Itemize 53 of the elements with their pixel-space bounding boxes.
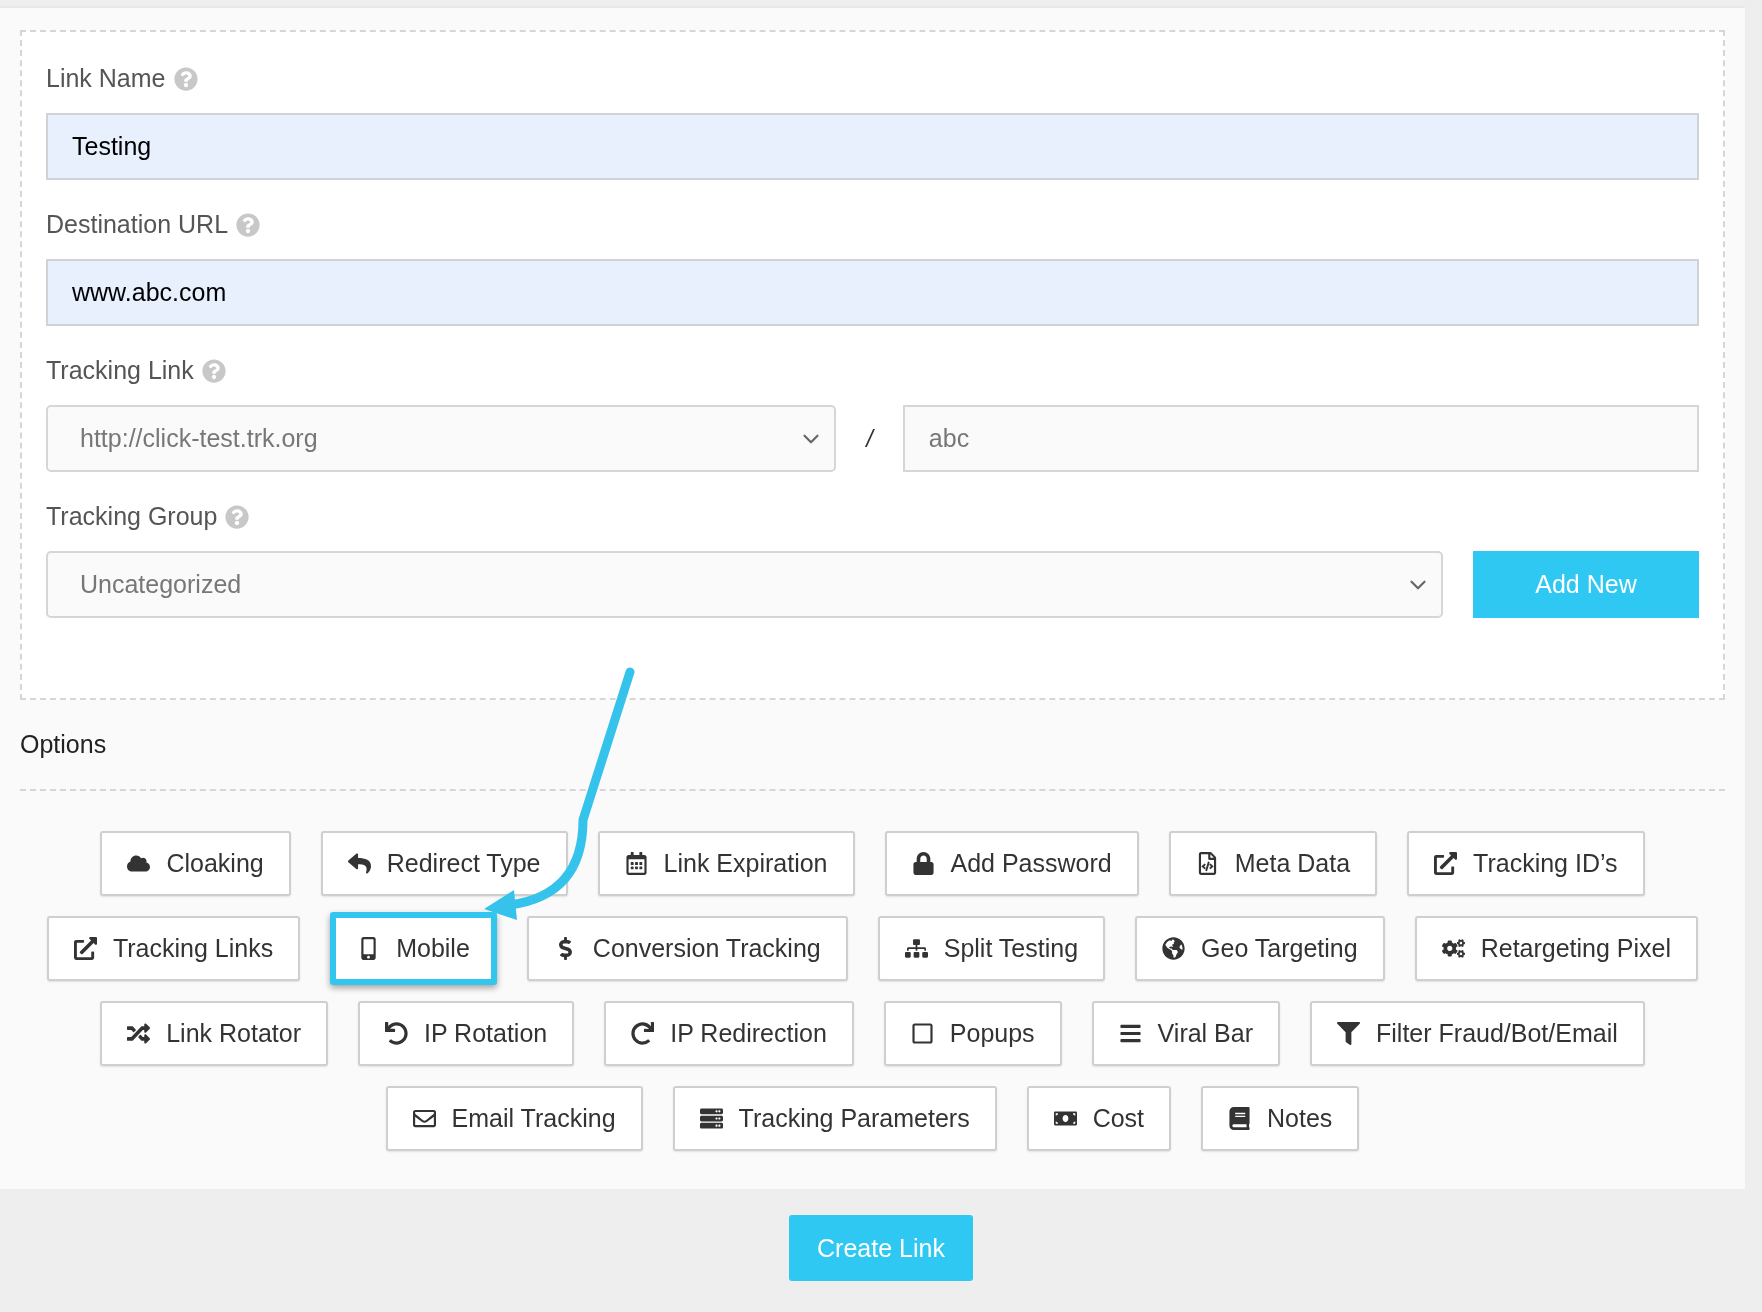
option-button[interactable]: Add Password — [884, 831, 1139, 896]
text-field[interactable]: Testing — [46, 113, 1699, 180]
sitemap-icon — [904, 937, 928, 960]
domain-select[interactable]: http://click-test.trk.org — [46, 405, 837, 472]
lock-icon — [911, 852, 935, 875]
option-button[interactable]: Split Testing — [877, 916, 1106, 981]
field-label: Tracking Link — [46, 356, 194, 385]
option-button[interactable]: Meta Data — [1168, 831, 1378, 896]
option-button[interactable]: Link Expiration — [597, 831, 855, 896]
option-button[interactable]: Geo Targeting — [1135, 916, 1385, 981]
help-icon[interactable] — [225, 504, 250, 529]
shuffle-icon — [127, 1022, 151, 1045]
option-button[interactable]: Tracking Links — [46, 916, 301, 981]
option-button[interactable]: Notes — [1201, 1086, 1360, 1151]
option-button[interactable]: Email Tracking — [385, 1086, 643, 1151]
calendar-icon — [624, 852, 648, 875]
option-button[interactable]: Conversion Tracking — [526, 916, 848, 981]
option-button[interactable]: Tracking Parameters — [672, 1086, 997, 1151]
globe-icon — [1162, 937, 1186, 960]
menu-icon — [1118, 1022, 1142, 1045]
reply-arrow-icon — [347, 852, 371, 875]
option-button[interactable]: Redirect Type — [320, 831, 568, 896]
option-button[interactable]: IP Redirection — [604, 1001, 854, 1066]
filter-icon — [1337, 1022, 1361, 1045]
text-field[interactable]: www.abc.com — [46, 259, 1699, 326]
list-icon — [699, 1107, 723, 1130]
book-icon — [1228, 1107, 1252, 1130]
option-button[interactable]: Mobile — [330, 912, 497, 985]
field-label: Destination URL — [46, 210, 229, 239]
field-label: Tracking Group — [46, 502, 218, 531]
options-heading: Options — [20, 730, 108, 759]
option-button[interactable]: Cloaking — [100, 831, 291, 896]
external-link-icon — [1434, 852, 1458, 875]
option-button[interactable]: Link Rotator — [100, 1001, 328, 1066]
separator-text: / — [866, 424, 873, 453]
external-link-icon — [73, 937, 97, 960]
help-icon[interactable] — [236, 212, 261, 237]
option-button[interactable]: IP Rotation — [358, 1001, 575, 1066]
envelope-icon — [412, 1107, 436, 1130]
redo-icon — [631, 1022, 655, 1045]
option-button[interactable]: Tracking ID’s — [1407, 831, 1645, 896]
option-button[interactable]: Filter Fraud/Bot/Email — [1310, 1001, 1645, 1066]
option-button[interactable]: Cost — [1026, 1086, 1172, 1151]
slug-field[interactable]: abc — [902, 405, 1699, 472]
option-button[interactable]: Retargeting Pixel — [1414, 916, 1699, 981]
option-button[interactable]: Viral Bar — [1091, 1001, 1281, 1066]
field-label: Link Name — [46, 64, 166, 93]
help-icon[interactable] — [173, 66, 198, 91]
gears-icon — [1441, 937, 1465, 960]
undo-icon — [385, 1022, 408, 1045]
help-icon[interactable] — [201, 358, 226, 383]
option-button[interactable]: Popups — [883, 1001, 1062, 1066]
group-select[interactable]: Uncategorized — [46, 551, 1443, 618]
